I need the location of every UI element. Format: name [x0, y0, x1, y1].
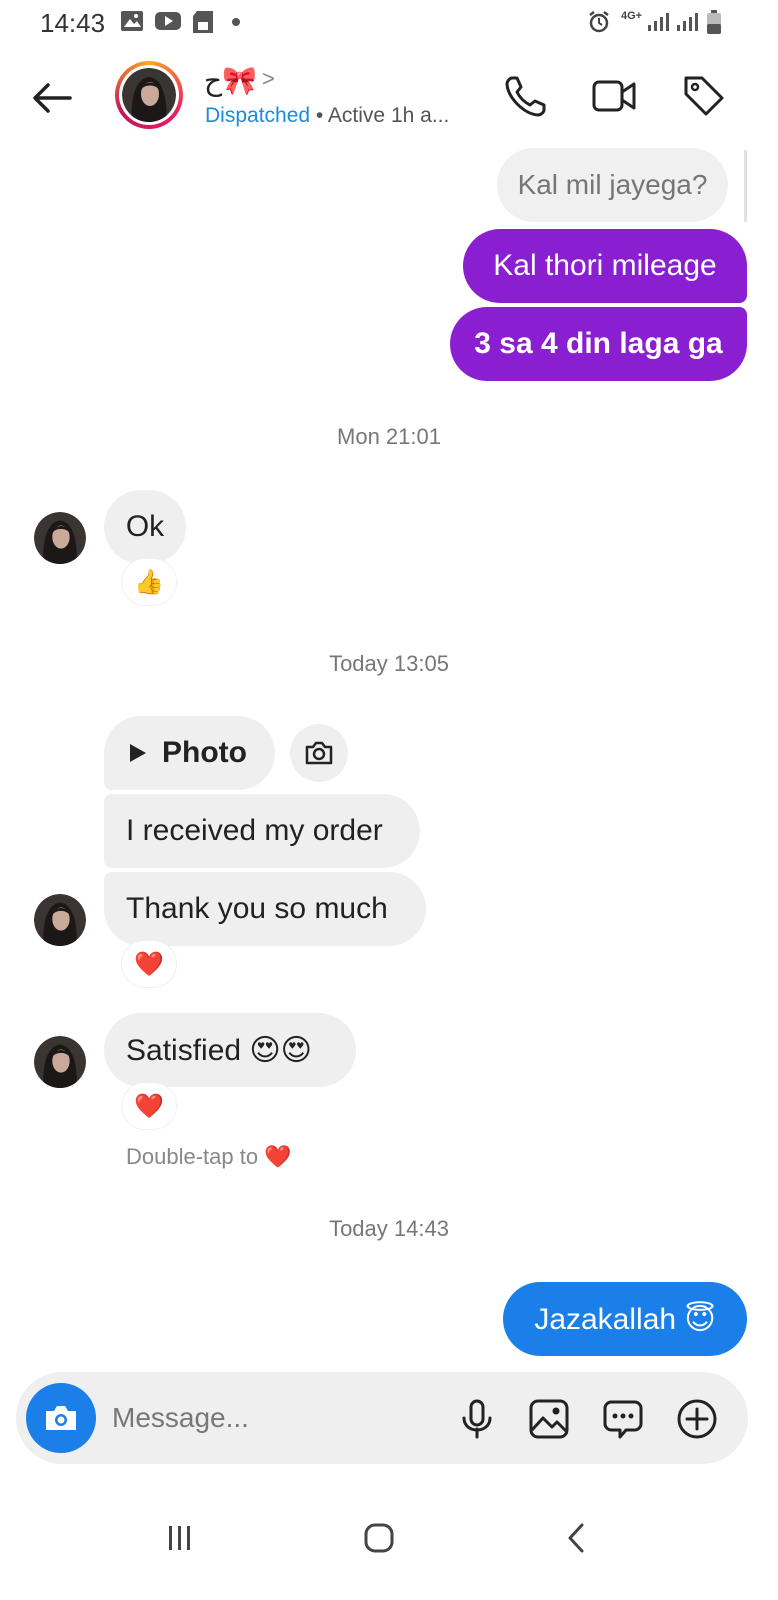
contact-name[interactable]: ح🎀	[204, 64, 257, 97]
tag-icon[interactable]	[680, 72, 728, 120]
sender-avatar[interactable]	[34, 894, 86, 946]
signal-strength-icon	[648, 13, 669, 31]
microphone-icon[interactable]	[456, 1398, 498, 1440]
received-message[interactable]: Thank you so much	[104, 872, 426, 946]
chevron-right-icon[interactable]: >	[262, 66, 275, 92]
camera-icon	[305, 741, 333, 765]
message-text: Jazakallah 😇	[534, 1302, 716, 1336]
message-reaction[interactable]: ❤️	[122, 1083, 176, 1129]
status-bar: 14:43 4G+	[0, 0, 778, 48]
sender-avatar[interactable]	[34, 1036, 86, 1088]
phone-icon[interactable]	[502, 72, 550, 120]
message-composer	[16, 1372, 748, 1464]
message-text: Satisfied 😍😍	[126, 1033, 312, 1067]
status-time: 14:43	[40, 8, 106, 38]
scrollbar[interactable]	[744, 150, 747, 222]
avatar-photo	[34, 512, 86, 564]
youtube-notification-icon	[155, 12, 181, 30]
received-message[interactable]: I received my order	[104, 794, 420, 868]
message-reaction[interactable]: 👍	[122, 559, 176, 605]
timestamp-divider: Today 13:05	[329, 651, 449, 676]
signal-strength-2-icon	[677, 13, 698, 31]
contact-status: Dispatched • Active 1h a...	[205, 104, 449, 128]
chat-bubble-icon[interactable]	[602, 1398, 644, 1440]
avatar-photo	[34, 1036, 86, 1088]
photo-label: Photo	[162, 736, 247, 769]
view-photo-button[interactable]	[290, 724, 348, 782]
sent-message[interactable]: 3 sa 4 din laga ga	[450, 307, 747, 381]
image-icon[interactable]	[528, 1398, 570, 1440]
back-chevron-icon	[568, 1523, 584, 1553]
message-input[interactable]	[112, 1372, 432, 1464]
sender-avatar[interactable]	[34, 512, 86, 564]
active-status-label: • Active 1h a...	[310, 104, 450, 127]
chat-header: ح🎀 > Dispatched • Active 1h a...	[0, 48, 778, 148]
timestamp-divider: Mon 21:01	[337, 424, 441, 449]
message-text: Ok	[125, 510, 165, 543]
timestamp-divider: Today 14:43	[329, 1216, 449, 1241]
message-reaction[interactable]: ❤️	[122, 941, 176, 987]
avatar-photo	[34, 894, 86, 946]
photo-message[interactable]: Photo	[104, 716, 275, 790]
sent-message[interactable]: Jazakallah 😇	[503, 1282, 747, 1356]
alarm-icon	[589, 11, 609, 33]
camera-icon	[46, 1406, 76, 1430]
message-text: Kal thori mileage	[493, 249, 717, 282]
plus-circle-icon[interactable]	[676, 1398, 718, 1440]
recent-apps-icon	[169, 1526, 190, 1550]
back-button[interactable]	[546, 1508, 606, 1568]
sim-card-icon	[193, 11, 213, 33]
contact-avatar[interactable]	[115, 61, 183, 129]
sent-message[interactable]: Kal thori mileage	[463, 229, 747, 303]
camera-button[interactable]	[26, 1383, 96, 1453]
play-icon	[130, 744, 146, 762]
order-status-label[interactable]: Dispatched	[205, 104, 310, 127]
notification-dot	[232, 18, 240, 26]
sent-message[interactable]: Kal mil jayega?	[497, 148, 728, 222]
message-text: Kal mil jayega?	[517, 169, 708, 200]
message-text: I received my order	[126, 814, 383, 847]
double-tap-hint: Double-tap to ❤️	[126, 1144, 292, 1169]
received-message[interactable]: Satisfied 😍😍	[104, 1013, 356, 1087]
video-camera-icon[interactable]	[590, 72, 638, 120]
gallery-notification-icon	[121, 11, 143, 31]
recent-apps-button[interactable]	[150, 1508, 210, 1568]
message-text: 3 sa 4 din laga ga	[474, 327, 723, 360]
system-nav-bar	[0, 1480, 778, 1600]
network-type-label: 4G+	[621, 10, 643, 22]
battery-icon	[707, 10, 721, 34]
avatar-photo	[122, 68, 176, 122]
message-text: Thank you so much	[126, 892, 388, 925]
received-message[interactable]: Ok	[104, 490, 186, 564]
home-icon	[364, 1523, 394, 1553]
home-button[interactable]	[349, 1508, 409, 1568]
arrow-left-icon[interactable]	[28, 74, 76, 122]
